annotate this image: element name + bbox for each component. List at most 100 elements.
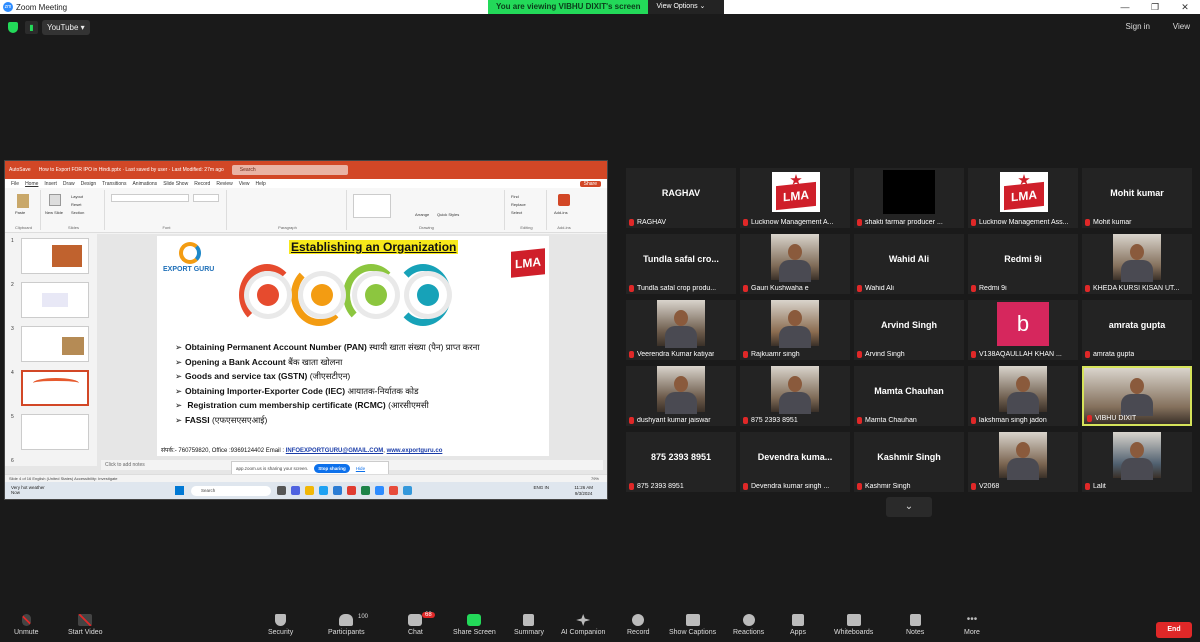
record-button[interactable]: Record (627, 614, 650, 636)
teams-icon[interactable] (291, 486, 300, 495)
participant-tile[interactable]: KHEDA KURSI KISAN UT... (1082, 234, 1192, 294)
participant-tile[interactable]: V2068 (968, 432, 1078, 492)
arrange-button[interactable]: Arrange (415, 212, 429, 217)
edge-icon[interactable] (319, 486, 328, 495)
layout-button[interactable]: Layout (71, 194, 83, 199)
task-view-icon[interactable] (277, 486, 286, 495)
email-link[interactable]: INFOEXPORTGURU@GMAIL.COM (286, 448, 384, 454)
menu-review[interactable]: Review (216, 181, 232, 187)
excel-icon[interactable] (361, 486, 370, 495)
addins-icon[interactable] (558, 194, 570, 206)
participant-tile[interactable]: Veerendra Kumar katiyar (626, 300, 736, 360)
participant-tile[interactable]: Devendra kuma... Devendra kumar singh ... (740, 432, 850, 492)
participant-tile[interactable]: Mohit kumar Mohit kumar (1082, 168, 1192, 228)
participant-tile[interactable]: 875 2393 8951 (740, 366, 850, 426)
quick-styles-button[interactable]: Quick Styles (437, 212, 459, 217)
apps-button[interactable]: Apps (790, 614, 806, 636)
mail-icon[interactable] (333, 486, 342, 495)
menu-slideshow[interactable]: Slide Show (163, 181, 188, 187)
participant-tile[interactable]: Wahid Ali Wahid Ali (854, 234, 964, 294)
slide-thumbnail[interactable] (21, 326, 89, 362)
close-button[interactable]: ✕ (1170, 0, 1200, 14)
powerpoint-icon[interactable] (347, 486, 356, 495)
participant-tile[interactable]: shakti farmar producer ... (854, 168, 964, 228)
participant-tile[interactable]: RAGHAV RAGHAV (626, 168, 736, 228)
select-button[interactable]: Select (511, 210, 522, 215)
participant-tile[interactable]: amrata gupta amrata gupta (1082, 300, 1192, 360)
zoom-icon[interactable] (375, 486, 384, 495)
menu-help[interactable]: Help (255, 181, 265, 187)
reset-button[interactable]: Reset (71, 202, 81, 207)
gallery-next-page-button[interactable]: ⌄ (886, 497, 932, 517)
slide-thumbnail-active[interactable] (21, 370, 89, 406)
menu-draw[interactable]: Draw (63, 181, 75, 187)
slide-thumbnail[interactable] (21, 414, 89, 450)
participant-tile[interactable]: b V138AQAULLAH KHAN ... (968, 300, 1078, 360)
maximize-button[interactable]: ❐ (1140, 0, 1170, 14)
participant-tile[interactable]: dushyant kumar jaiswar (626, 366, 736, 426)
menu-view[interactable]: View (239, 181, 250, 187)
hide-button[interactable]: Hide (356, 466, 365, 471)
security-button[interactable]: Security (268, 614, 293, 636)
language-indicator[interactable]: ENG IN (533, 485, 549, 491)
stop-sharing-button[interactable]: Stop sharing (314, 463, 350, 473)
participant-tile[interactable]: lakshman singh jadon (968, 366, 1078, 426)
whiteboards-button[interactable]: Whiteboards (834, 614, 873, 636)
participants-button[interactable]: 100 Participants (328, 614, 368, 636)
autosave-toggle[interactable]: AutoSave (9, 167, 31, 173)
addins-button[interactable]: Add-ins (554, 210, 568, 215)
menu-transitions[interactable]: Transitions (102, 181, 126, 187)
slide-thumbnail[interactable] (21, 282, 89, 318)
participant-tile[interactable]: Lalit (1082, 432, 1192, 492)
view-button[interactable]: View (1173, 22, 1190, 31)
paste-icon[interactable] (17, 194, 29, 208)
menu-record[interactable]: Record (194, 181, 210, 187)
share-screen-button[interactable]: Share Screen (453, 614, 496, 636)
new-slide-icon[interactable] (49, 194, 61, 206)
sign-in-link[interactable]: Sign in (1126, 22, 1150, 31)
participant-tile[interactable]: Gauri Kushwaha e (740, 234, 850, 294)
participant-tile[interactable]: Mamta Chauhan Mamta Chauhan (854, 366, 964, 426)
youtube-stream-button[interactable]: YouTube ▾ (42, 20, 90, 35)
file-explorer-icon[interactable] (305, 486, 314, 495)
participant-tile[interactable]: VIBHU DIXIT (1082, 366, 1192, 426)
participant-tile[interactable]: Kashmir Singh Kashmir Singh (854, 432, 964, 492)
participant-tile[interactable]: 875 2393 8951 875 2393 8951 (626, 432, 736, 492)
menu-animations[interactable]: Animations (132, 181, 157, 187)
participant-tile[interactable]: Rajkuamr singh (740, 300, 850, 360)
reactions-button[interactable]: Reactions (733, 614, 764, 636)
menu-design[interactable]: Design (81, 181, 97, 187)
participant-tile[interactable]: LMA Lucknow Management A... (740, 168, 850, 228)
ai-companion-button[interactable]: AI Companion (561, 614, 605, 636)
section-button[interactable]: Section (71, 210, 84, 215)
replace-button[interactable]: Replace (511, 202, 526, 207)
end-meeting-button[interactable]: End (1156, 622, 1192, 638)
shapes-gallery[interactable] (353, 194, 391, 218)
chat-button[interactable]: 68 Chat (408, 612, 435, 636)
powerpoint-search-input[interactable]: Search (231, 165, 348, 175)
view-options-button[interactable]: View Options ⌄ (648, 0, 725, 14)
share-button[interactable]: Share (579, 180, 601, 187)
participant-tile[interactable]: Arvind Singh Arvind Singh (854, 300, 964, 360)
word-icon[interactable] (403, 486, 412, 495)
new-slide-button[interactable]: New Slide (45, 210, 63, 215)
unmute-button[interactable]: Unmute (14, 614, 39, 636)
slide-thumbnail[interactable] (21, 238, 89, 274)
weather-widget[interactable]: Very hot weather Now (11, 485, 45, 495)
more-button[interactable]: ••• More (964, 614, 980, 636)
website-link[interactable]: www.exportguru.co (387, 448, 443, 454)
menu-insert[interactable]: Insert (44, 181, 57, 187)
participant-tile[interactable]: Redmi 9i Redmi 9i (968, 234, 1078, 294)
paste-button[interactable]: Paste (15, 210, 25, 215)
font-size-select[interactable] (193, 194, 219, 202)
start-video-button[interactable]: Start Video (68, 614, 103, 636)
taskbar-search-input[interactable]: Search (191, 486, 271, 496)
show-captions-button[interactable]: Show Captions (669, 614, 716, 636)
participant-tile[interactable]: Tundla safal cro... Tundla safal crop pro… (626, 234, 736, 294)
menu-file[interactable]: File (11, 181, 19, 187)
find-button[interactable]: Find (511, 194, 519, 199)
font-family-select[interactable] (111, 194, 189, 202)
windows-start-icon[interactable] (175, 486, 184, 495)
signal-icon[interactable]: ▮ (25, 21, 38, 34)
participant-tile[interactable]: LMA Lucknow Management Ass... (968, 168, 1078, 228)
